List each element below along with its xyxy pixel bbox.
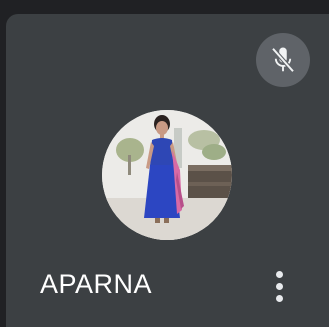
participant-tile[interactable]: APARNA [6, 14, 329, 327]
more-vert-icon [275, 270, 283, 278]
more-options-button[interactable] [264, 264, 294, 308]
more-vert-icon-dot [275, 294, 283, 302]
more-vert-icon-dot [275, 282, 283, 290]
participant-name: APARNA [40, 269, 153, 299]
participant-avatar [102, 110, 232, 240]
participant-photo [102, 110, 232, 240]
mic-off-icon [271, 47, 295, 73]
mic-off-indicator [256, 33, 310, 87]
